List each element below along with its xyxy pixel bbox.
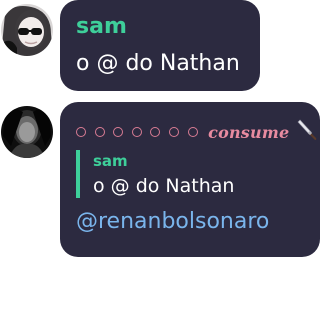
circle-icon bbox=[187, 127, 198, 137]
circle-icon bbox=[150, 127, 161, 137]
quoted-text: o @ do Nathan bbox=[93, 175, 235, 197]
avatar-image bbox=[1, 106, 53, 158]
quoted-author[interactable]: sam bbox=[93, 154, 128, 169]
message-bubble[interactable]: consume sam o @ do Nathan @renanbolsonar… bbox=[60, 102, 320, 257]
mention-link[interactable]: @renanbolsonaro bbox=[76, 211, 269, 233]
message-bubble[interactable]: sam o @ do Nathan bbox=[60, 0, 260, 91]
message-header: consume bbox=[76, 118, 319, 146]
header-label: consume bbox=[208, 122, 290, 142]
chat-log: sam o @ do Nathan consume sam o @ do Nat… bbox=[0, 0, 320, 309]
message-text: o @ do Nathan bbox=[76, 51, 240, 76]
circle-icon bbox=[131, 127, 142, 137]
circle-icon bbox=[168, 127, 179, 137]
knife-icon bbox=[297, 118, 319, 146]
quoted-message[interactable]: sam o @ do Nathan bbox=[76, 150, 234, 198]
message-author[interactable]: sam bbox=[76, 16, 127, 38]
avatar[interactable] bbox=[1, 4, 53, 56]
avatar-image bbox=[1, 4, 53, 56]
circle-icon bbox=[94, 127, 105, 137]
circle-icon bbox=[113, 127, 124, 137]
circle-icon bbox=[76, 127, 86, 137]
avatar[interactable] bbox=[1, 106, 53, 158]
